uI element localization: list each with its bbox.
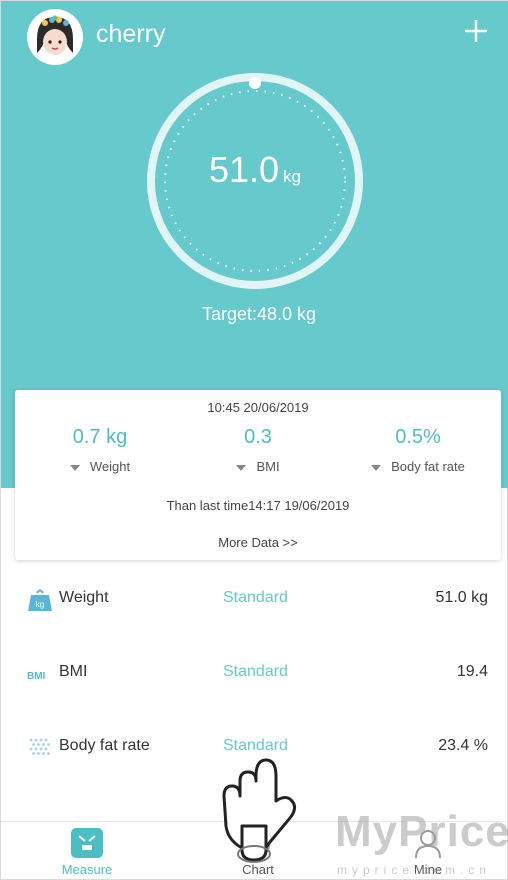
row-label: BMI bbox=[59, 663, 88, 680]
metric-label: Weight bbox=[15, 459, 185, 474]
gauge-knob bbox=[249, 77, 261, 89]
body-fat-icon bbox=[29, 738, 50, 755]
metric-label-text: Weight bbox=[89, 459, 131, 474]
target-weight: Target:48.0 kg bbox=[201, 304, 317, 324]
watermark: MyPrice myprice.com.cn bbox=[335, 807, 508, 880]
svg-text:kg: kg bbox=[36, 600, 44, 609]
row-value: 23.4 % bbox=[438, 737, 488, 754]
row-status: Standard bbox=[223, 589, 288, 606]
more-data-link[interactable]: More Data >> bbox=[15, 535, 501, 550]
weight-unit: kg bbox=[283, 167, 302, 186]
avatar-image bbox=[29, 11, 81, 63]
watermark-logo: MyPrice bbox=[335, 807, 508, 856]
comparison-text: Than last time14:17 19/06/2019 bbox=[166, 498, 350, 513]
metric-value: 0.5% bbox=[395, 426, 441, 448]
metric-label: BMI bbox=[173, 459, 343, 474]
scale-icon bbox=[71, 828, 103, 858]
row-label: Weight bbox=[59, 589, 109, 606]
tab-label: Measure bbox=[61, 862, 113, 877]
metric-value: 0.7 kg bbox=[72, 426, 128, 448]
metric-label: Body fat rate bbox=[333, 459, 503, 474]
current-weight: 51.0 kg bbox=[145, 149, 365, 191]
watermark-url: myprice.com.cn bbox=[337, 863, 492, 877]
add-button[interactable] bbox=[459, 13, 493, 47]
down-triangle-icon bbox=[69, 464, 80, 471]
row-status: Standard bbox=[223, 663, 288, 680]
metric-body-fat-change: 0.5% Body fat rate bbox=[333, 426, 503, 474]
list-item-bmi[interactable]: BMI BMI Standard 19.4 bbox=[1, 653, 508, 693]
username: cherry bbox=[96, 20, 166, 48]
plus-icon bbox=[465, 20, 487, 42]
measurement-datetime: 10:45 20/06/2019 bbox=[207, 400, 309, 415]
bmi-icon-text: BMI bbox=[27, 671, 46, 682]
down-triangle-icon bbox=[236, 464, 247, 471]
row-value: 19.4 bbox=[456, 663, 488, 680]
weight-number: 51.0 bbox=[208, 149, 280, 190]
down-triangle-icon bbox=[371, 464, 382, 471]
pointing-hand-icon bbox=[222, 758, 297, 863]
comparison-card: 10:45 20/06/2019 0.7 kg Weight 0.3 BMI 0… bbox=[15, 390, 501, 560]
metric-label-text: Body fat rate bbox=[391, 459, 465, 474]
list-item-weight[interactable]: kg Weight Standard 51.0 kg bbox=[1, 579, 508, 619]
tab-measure[interactable]: Measure bbox=[37, 827, 137, 879]
row-value: 51.0 kg bbox=[435, 589, 488, 606]
row-label: Body fat rate bbox=[59, 737, 150, 754]
bmi-icon: BMI bbox=[27, 671, 46, 682]
metric-weight-change: 0.7 kg Weight bbox=[15, 426, 185, 474]
metric-label-text: BMI bbox=[256, 459, 280, 474]
weight-icon: kg bbox=[28, 589, 52, 611]
metric-bmi-change: 0.3 BMI bbox=[173, 426, 343, 474]
metric-value: 0.3 bbox=[244, 426, 272, 448]
avatar[interactable] bbox=[27, 9, 83, 65]
